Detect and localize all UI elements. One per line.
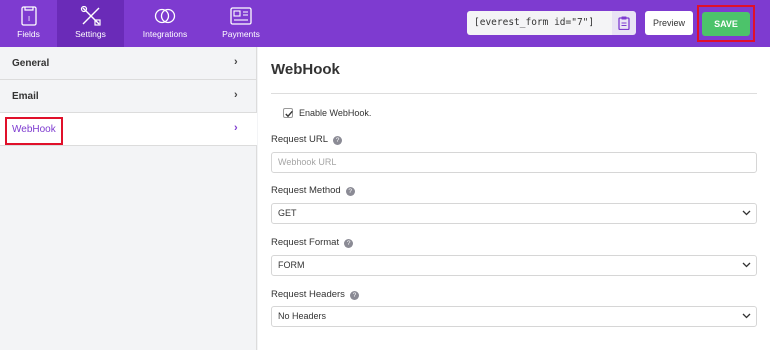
chevron-right-icon: ›	[234, 122, 238, 134]
request-method-select[interactable]: GET	[271, 203, 757, 224]
request-format-label: Request Format?	[271, 237, 354, 248]
chevron-down-icon	[742, 262, 751, 268]
page-title: WebHook	[271, 61, 340, 78]
clipboard-icon	[618, 16, 630, 30]
request-headers-label: Request Headers?	[271, 289, 359, 300]
request-headers-select[interactable]: No Headers	[271, 306, 757, 327]
help-icon[interactable]: ?	[333, 136, 343, 145]
request-url-input[interactable]: Webhook URL	[271, 152, 757, 173]
help-icon[interactable]: ?	[349, 291, 359, 300]
chevron-right-icon: ›	[234, 56, 238, 68]
tab-label: Fields	[17, 29, 40, 39]
payments-icon	[230, 7, 252, 25]
tab-settings[interactable]: Settings	[57, 0, 124, 47]
checkmark-icon	[285, 110, 293, 118]
sidebar-item-email[interactable]: Email ›	[0, 80, 257, 113]
webhook-settings-panel: WebHook Enable WebHook. Request URL? Web…	[258, 47, 770, 350]
copy-shortcode-button[interactable]	[612, 11, 636, 35]
request-url-label: Request URL?	[271, 134, 343, 145]
help-icon[interactable]: ?	[345, 187, 355, 196]
tab-fields[interactable]: I Fields	[0, 0, 57, 47]
chevron-down-icon	[742, 313, 751, 319]
sidebar-item-label: General	[12, 58, 50, 69]
tab-payments[interactable]: Payments	[206, 0, 276, 47]
enable-webhook-label: Enable WebHook.	[299, 108, 372, 118]
request-method-label: Request Method?	[271, 185, 355, 196]
preview-button[interactable]: Preview	[645, 11, 693, 35]
svg-text:I: I	[27, 15, 29, 23]
save-button[interactable]: SAVE	[702, 12, 750, 36]
top-bar: I Fields Settings Integrations Payments …	[0, 0, 770, 47]
shortcode-field[interactable]: [everest_form id="7"]	[467, 11, 612, 35]
tab-label: Payments	[222, 29, 260, 39]
enable-webhook-checkbox[interactable]	[283, 108, 293, 118]
chevron-right-icon: ›	[234, 89, 238, 101]
settings-icon	[80, 6, 101, 26]
tab-label: Integrations	[142, 29, 188, 39]
tab-label: Settings	[75, 29, 106, 39]
fields-icon: I	[20, 6, 37, 26]
integrations-icon	[154, 8, 176, 24]
help-icon[interactable]: ?	[344, 239, 354, 248]
chevron-down-icon	[742, 210, 751, 216]
request-format-select[interactable]: FORM	[271, 255, 757, 276]
tab-integrations[interactable]: Integrations	[124, 0, 206, 47]
settings-sidebar: General › Email › WebHook ›	[0, 47, 257, 350]
sidebar-item-label: Email	[12, 91, 39, 102]
webhook-highlight	[5, 117, 63, 145]
divider	[271, 93, 757, 94]
sidebar-item-general[interactable]: General ›	[0, 47, 257, 80]
